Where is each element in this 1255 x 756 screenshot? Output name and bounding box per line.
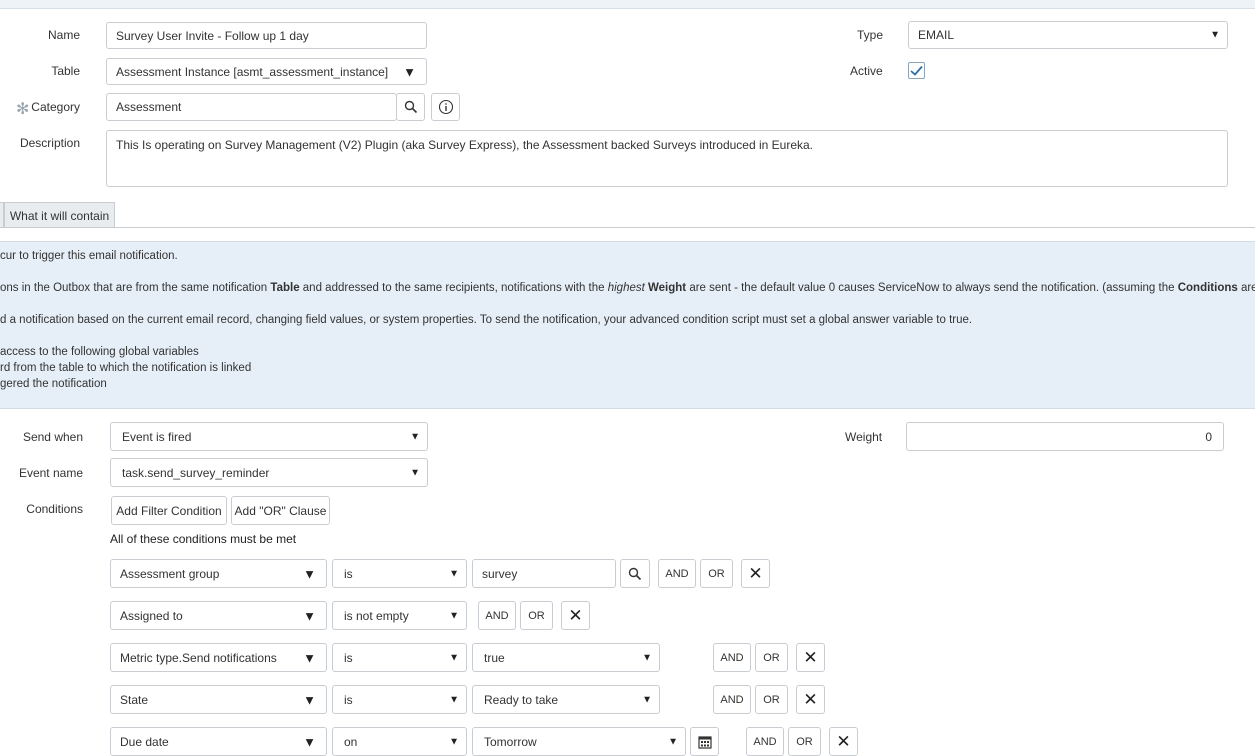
tab-divider [0, 227, 1255, 228]
name-input[interactable]: Survey User Invite - Follow up 1 day [106, 22, 427, 49]
info-line-2: ons in the Outbox that are from the same… [0, 282, 1255, 294]
type-select[interactable]: EMAIL ▼ [908, 21, 1228, 49]
table-value: Assessment Instance [asmt_assessment_ins… [116, 64, 389, 79]
category-info-button[interactable] [431, 93, 460, 121]
or-button[interactable]: OR [520, 601, 553, 630]
condition-operator-select[interactable]: is ▼ [332, 643, 467, 672]
info-line-4: access to the following global variables [0, 346, 199, 358]
condition-field-select[interactable]: Assessment group ▼ [110, 559, 327, 588]
calendar-button[interactable] [690, 727, 719, 756]
conditions-label: Conditions [26, 502, 83, 516]
info-line-5: rd from the table to which the notificat… [0, 362, 252, 374]
weight-label: Weight [845, 430, 883, 444]
type-value: EMAIL [918, 28, 955, 42]
send-when-select[interactable]: Event is fired ▼ [110, 422, 428, 451]
table-label: Table [51, 64, 80, 78]
description-label: Description [19, 136, 80, 150]
chevron-down-icon: ▼ [303, 692, 316, 707]
chevron-down-icon: ▼ [403, 64, 416, 79]
search-icon [628, 567, 642, 580]
condition-field-select[interactable]: State ▼ [110, 685, 327, 714]
chevron-down-icon: ▼ [303, 566, 316, 581]
description-textarea[interactable]: This Is operating on Survey Management (… [106, 130, 1228, 187]
category-search-button[interactable] [396, 93, 425, 121]
condition-value-select[interactable]: Tomorrow ▼ [472, 727, 686, 756]
close-icon[interactable]: ✕ [741, 559, 770, 588]
weight-value: 0 [1205, 429, 1212, 444]
info-line-1: cur to trigger this email notification. [0, 250, 178, 262]
chevron-down-icon: ▼ [642, 694, 652, 705]
tab-what-it-will-contain[interactable]: What it will contain [4, 202, 115, 228]
active-label: Active [850, 64, 883, 78]
name-label: Name [47, 28, 80, 42]
or-button[interactable]: OR [788, 727, 821, 756]
and-button[interactable]: AND [746, 727, 784, 756]
mandatory-asterisk-icon: ✻ [16, 101, 30, 118]
condition-value-search-button[interactable] [620, 559, 650, 588]
close-icon[interactable]: ✕ [561, 601, 590, 630]
close-icon[interactable]: ✕ [829, 727, 858, 756]
event-name-select[interactable]: task.send_survey_reminder ▼ [110, 458, 428, 487]
top-strip [0, 0, 1255, 9]
table-select[interactable]: Assessment Instance [asmt_assessment_ins… [106, 58, 427, 85]
category-input[interactable]: Assessment [106, 93, 397, 121]
condition-field-select[interactable]: Metric type.Send notifications ▼ [110, 643, 327, 672]
condition-value-input[interactable]: survey [472, 559, 616, 588]
calendar-icon [697, 735, 712, 749]
event-name-value: task.send_survey_reminder [122, 465, 270, 480]
add-or-clause-button[interactable]: Add "OR" Clause [231, 496, 330, 525]
and-button[interactable]: AND [713, 685, 751, 714]
chevron-down-icon: ▼ [303, 608, 316, 623]
category-value: Assessment [116, 100, 182, 114]
description-value: This Is operating on Survey Management (… [116, 138, 814, 152]
info-line-3: d a notification based on the current em… [0, 314, 973, 326]
chevron-down-icon: ▼ [449, 652, 459, 663]
send-when-value: Event is fired [122, 429, 192, 444]
condition-value-select[interactable]: Ready to take ▼ [472, 685, 660, 714]
and-button[interactable]: AND [713, 643, 751, 672]
active-checkbox[interactable] [908, 62, 925, 79]
info-panel: cur to trigger this email notification. … [0, 241, 1255, 409]
add-filter-condition-button[interactable]: Add Filter Condition [111, 496, 227, 525]
and-button[interactable]: AND [478, 601, 516, 630]
send-when-label: Send when [22, 430, 83, 444]
condition-operator-select[interactable]: on ▼ [332, 727, 467, 756]
chevron-down-icon: ▼ [449, 736, 459, 747]
condition-field-select[interactable]: Assigned to ▼ [110, 601, 327, 630]
weight-input[interactable]: 0 [906, 422, 1224, 451]
chevron-down-icon: ▼ [642, 652, 652, 663]
condition-operator-select[interactable]: is ▼ [332, 685, 467, 714]
chevron-down-icon: ▼ [1210, 29, 1220, 41]
condition-operator-select[interactable]: is ▼ [332, 559, 467, 588]
and-button[interactable]: AND [658, 559, 696, 588]
chevron-down-icon: ▼ [303, 734, 316, 749]
info-line-6: gered the notification [0, 378, 107, 390]
name-value: Survey User Invite - Follow up 1 day [116, 28, 309, 43]
or-button[interactable]: OR [700, 559, 733, 588]
category-label: Category [31, 100, 80, 114]
or-button[interactable]: OR [755, 685, 788, 714]
chevron-down-icon: ▼ [449, 610, 459, 621]
chevron-down-icon: ▼ [303, 650, 316, 665]
type-label: Type [857, 28, 884, 42]
tab-label: What it will contain [9, 208, 110, 223]
chevron-down-icon: ▼ [449, 694, 459, 705]
close-icon[interactable]: ✕ [796, 643, 825, 672]
info-icon [438, 99, 453, 115]
condition-field-select[interactable]: Due date ▼ [110, 727, 327, 756]
close-icon[interactable]: ✕ [796, 685, 825, 714]
checkmark-icon [910, 65, 923, 76]
condition-value-select[interactable]: true ▼ [472, 643, 660, 672]
event-name-label: Event name [18, 466, 83, 480]
search-icon [404, 100, 417, 114]
chevron-down-icon: ▼ [668, 736, 678, 747]
chevron-down-icon: ▼ [410, 431, 420, 442]
or-button[interactable]: OR [755, 643, 788, 672]
chevron-down-icon: ▼ [449, 568, 459, 579]
condition-operator-select[interactable]: is not empty ▼ [332, 601, 467, 630]
all-conditions-met-text: All of these conditions must be met [110, 532, 297, 546]
chevron-down-icon: ▼ [410, 467, 420, 478]
